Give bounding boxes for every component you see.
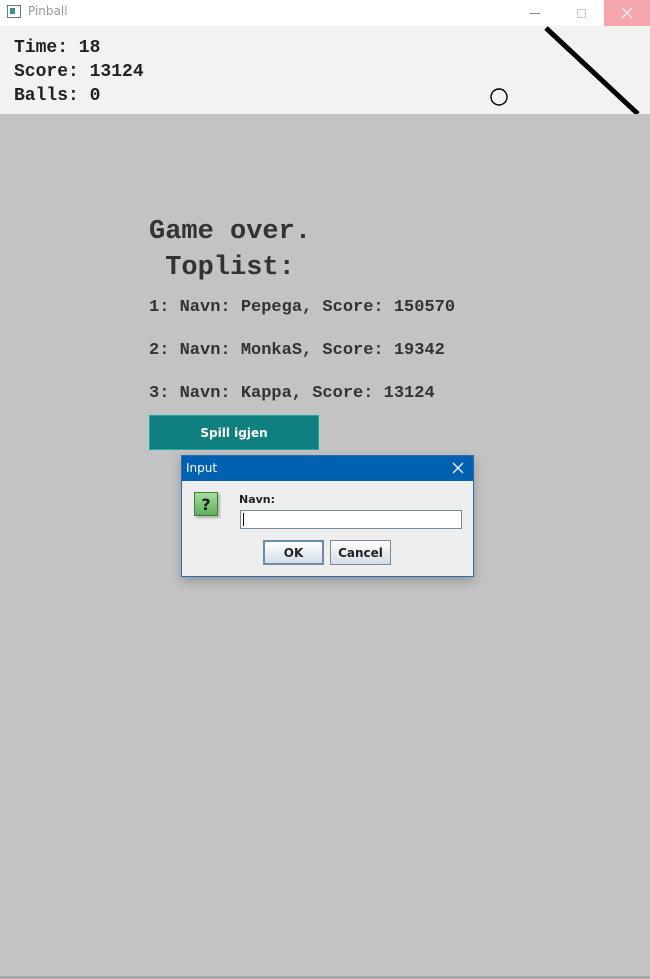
dialog-close-button[interactable] xyxy=(449,459,467,477)
dialog-titlebar: Input xyxy=(182,456,473,481)
close-button[interactable] xyxy=(604,0,650,26)
name-input[interactable] xyxy=(240,510,462,529)
flipper-wall xyxy=(544,26,640,114)
toplist-entry: 2: Navn: MonkaS, Score: 19342 xyxy=(149,341,445,360)
play-again-button[interactable]: Spill igjen xyxy=(149,415,319,450)
close-icon xyxy=(621,7,633,19)
window-title: Pinball xyxy=(28,4,68,18)
minimize-icon xyxy=(530,12,540,14)
close-icon xyxy=(452,462,464,474)
pinball-ball xyxy=(490,88,508,106)
toplist-entry: 1: Navn: Pepega, Score: 150570 xyxy=(149,298,456,317)
name-prompt-label: Navn: xyxy=(239,493,276,506)
app-window-icon xyxy=(7,5,21,18)
text-caret xyxy=(243,513,244,526)
maximize-icon xyxy=(576,8,586,18)
cancel-button[interactable]: Cancel xyxy=(330,540,391,565)
game-over-title: Game over. Toplist: xyxy=(149,217,312,283)
toplist-entry: 3: Navn: Kappa, Score: 13124 xyxy=(149,384,435,403)
minimize-button[interactable] xyxy=(512,0,558,26)
ok-button[interactable]: OK xyxy=(263,540,324,565)
maximize-button[interactable] xyxy=(558,0,604,26)
dialog-title: Input xyxy=(186,461,218,475)
window-titlebar: Pinball xyxy=(0,0,650,26)
input-dialog: Input ? Navn: OK Cancel xyxy=(181,455,474,577)
game-hud: Time: 18 Score: 13124 Balls: 0 xyxy=(0,26,650,114)
playfield-elements xyxy=(490,26,640,114)
question-icon: ? xyxy=(194,492,218,516)
